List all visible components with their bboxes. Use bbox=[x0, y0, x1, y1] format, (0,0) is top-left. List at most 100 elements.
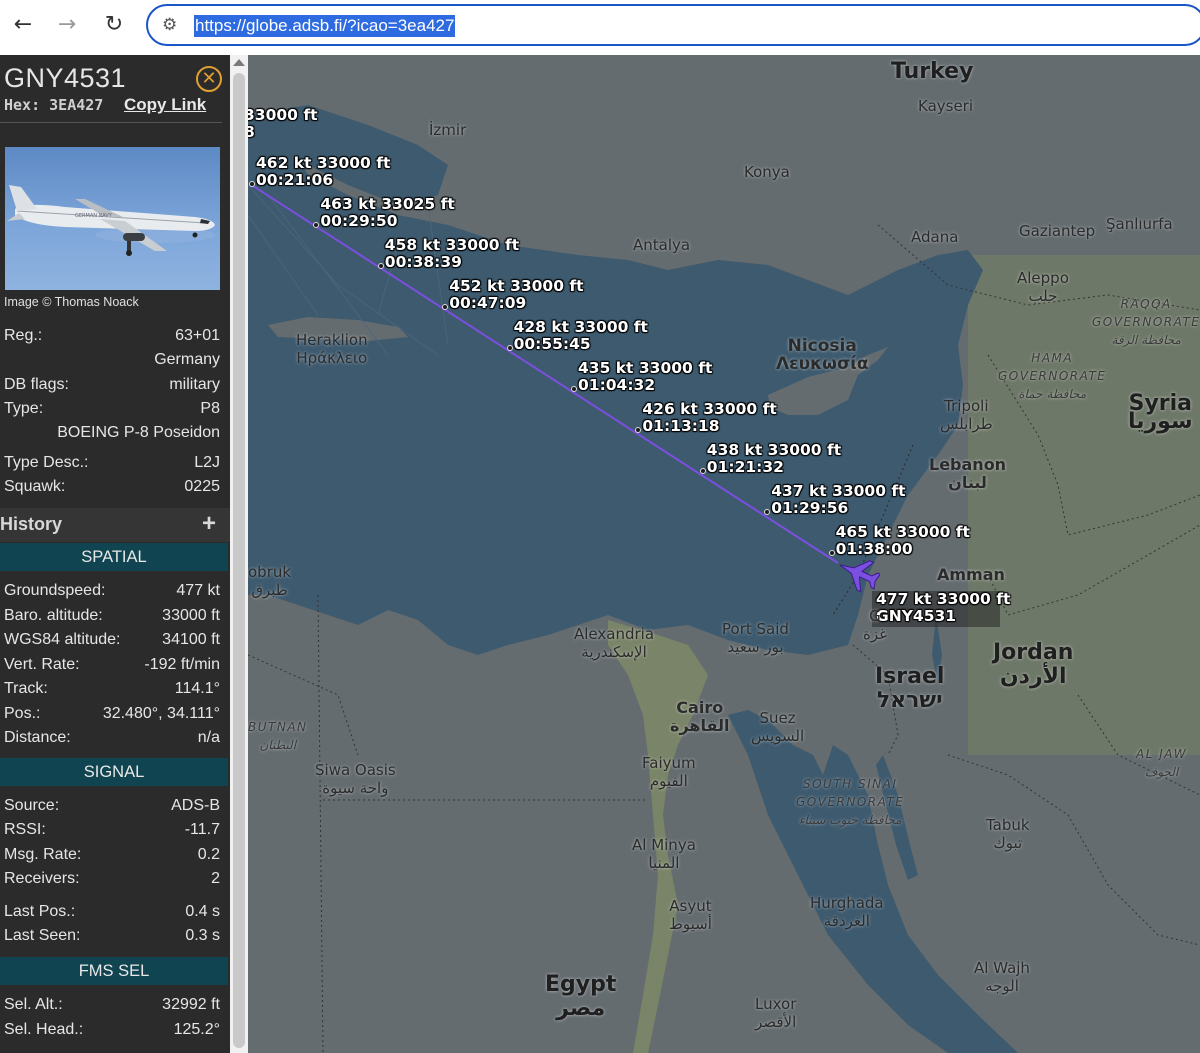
south-sinai-1: SOUTH SINAI bbox=[802, 777, 898, 791]
arrow-right-icon[interactable]: → bbox=[54, 12, 80, 38]
spatial-value: 114.1° bbox=[174, 680, 220, 697]
spatial-label: Vert. Rate: bbox=[4, 655, 80, 673]
luxor-en: Luxor bbox=[755, 995, 797, 1013]
close-icon[interactable]: ✕ bbox=[196, 66, 222, 92]
lebanon-en: Lebanon bbox=[929, 455, 1007, 474]
tripoli-en: Tripoli bbox=[944, 397, 989, 415]
signal-row: Receivers: 2 bbox=[4, 870, 220, 894]
faiyum-ar: الفيوم bbox=[649, 772, 688, 790]
tripoli-ar: طرابلس bbox=[940, 415, 993, 433]
signal-label: Last Pos.: bbox=[4, 903, 76, 920]
expand-plus-icon[interactable]: + bbox=[202, 510, 216, 538]
map-label-izmir: İzmir bbox=[429, 121, 467, 139]
map-label-antalya: Antalya bbox=[633, 236, 691, 254]
track-point-dot[interactable] bbox=[377, 263, 384, 269]
squawk-label: Squawk: bbox=[4, 478, 66, 495]
map-label-tripoli: Tripoli طرابلس bbox=[940, 397, 993, 433]
type-name-value: BOEING P-8 Poseidon bbox=[57, 424, 220, 441]
spatial-label: Pos.: bbox=[4, 704, 41, 722]
tabuk-ar: تبوك bbox=[993, 834, 1023, 852]
butnan-ar: البطنان bbox=[259, 738, 297, 752]
fms-row: Sel. Alt.: 32992 ft bbox=[4, 996, 220, 1020]
hama-ar: محافظة حماة bbox=[1018, 387, 1087, 401]
map-view[interactable]: 33000 ft 8 462 kt 33000 ft 00:21:06 463 kt 3… bbox=[248, 55, 1200, 1053]
track-point-label: 458 kt 33000 ft 00:38:39 bbox=[385, 237, 519, 271]
track-point-alt: 33000 ft bbox=[767, 441, 842, 459]
track-point-label: 428 kt 33000 ft 00:55:45 bbox=[514, 319, 648, 353]
aircraft-marker-icon[interactable] bbox=[836, 553, 880, 593]
plane-label-box: 477 kt 33000 ft GNY4531 bbox=[872, 591, 1010, 627]
south-sinai-ar: محافظة جنوب سيناء bbox=[798, 813, 902, 827]
jordan-ar: الأردن bbox=[999, 664, 1067, 689]
plane-callsign: GNY4531 bbox=[876, 607, 957, 625]
map-label-amman: Amman bbox=[937, 565, 1005, 584]
track-point-time: 01:21:32 bbox=[706, 458, 784, 476]
country-row: Germany bbox=[4, 351, 220, 375]
map-label-egypt: Egypt مصر bbox=[545, 973, 616, 1021]
svg-text:GERMAN NAVY: GERMAN NAVY bbox=[75, 213, 113, 219]
scroll-up-arrow-icon[interactable] bbox=[233, 59, 245, 66]
aleppo-ar: حلب bbox=[1028, 287, 1058, 305]
raqqa-2: GOVERNORATE bbox=[1092, 315, 1200, 329]
map-label-butnan: BUTNAN البطنان bbox=[248, 718, 308, 754]
aircraft-info-panel: GNY4531 ✕ Hex: 3EA427 Copy Link GERMAN N… bbox=[0, 55, 230, 1053]
country-value: Germany bbox=[154, 351, 220, 368]
signal-label: Source: bbox=[4, 797, 60, 814]
map-label-luxor: Luxor الأقصر bbox=[755, 995, 796, 1031]
scrollbar-thumb[interactable] bbox=[233, 73, 245, 1048]
spatial-header: SPATIAL bbox=[0, 543, 228, 571]
spatial-label: Groundspeed: bbox=[4, 582, 106, 599]
spatial-label: Distance: bbox=[4, 729, 71, 746]
track-point-speed-alt: 452 kt 33000 ft bbox=[449, 278, 583, 295]
track-point-dot[interactable] bbox=[699, 468, 706, 474]
map-label-gaza: G غزة bbox=[863, 607, 887, 643]
signal-row: Last Pos.: 0.4 s bbox=[4, 903, 220, 927]
map-label-al-wajh: Al Wajh الوجه bbox=[974, 959, 1030, 995]
aircraft-photo[interactable]: GERMAN NAVY bbox=[5, 147, 220, 290]
map-label-port-said: Port Said بور سعيد bbox=[722, 620, 789, 656]
track-point-alt: 33000 ft bbox=[896, 523, 970, 541]
map-label-hurghada: Hurghada الغردقة bbox=[810, 894, 884, 930]
spatial-label: WGS84 altitude: bbox=[4, 631, 121, 648]
map-label-al-jaw: AL JAW الجوف bbox=[1136, 745, 1187, 781]
spatial-row: Baro. altitude: 33000 ft bbox=[4, 607, 220, 631]
tobruk-en: obruk bbox=[248, 563, 292, 581]
hurghada-ar: الغردقة bbox=[823, 912, 870, 930]
signal-value: 2 bbox=[211, 870, 220, 887]
sidebar-scrollbar[interactable] bbox=[230, 55, 248, 1053]
track-point-dot[interactable] bbox=[828, 550, 835, 556]
track-point-speed-alt: 438 kt 33000 ft bbox=[707, 442, 841, 459]
type-label: Type: bbox=[4, 400, 44, 417]
site-settings-icon[interactable]: ⚙ bbox=[162, 15, 177, 35]
lebanon-ar: لبنان bbox=[948, 473, 987, 492]
al-jaw-ar: الجوف bbox=[1144, 765, 1179, 779]
al-wajh-en: Al Wajh bbox=[974, 959, 1030, 977]
track-point-dot[interactable] bbox=[506, 345, 513, 351]
gaza-ar: غزة bbox=[863, 625, 887, 643]
track-point-dot[interactable] bbox=[571, 386, 577, 392]
track-point-speed-alt: 426 kt 33000 ft bbox=[642, 401, 776, 418]
map-label-lebanon: Lebanon لبنان bbox=[929, 456, 1006, 492]
nicosia-en: Nicosia bbox=[787, 336, 857, 356]
track-point-time: 00:47:09 bbox=[449, 294, 527, 312]
hama-1: HAMA bbox=[1031, 351, 1074, 365]
track-point-alt: 33000 ft bbox=[510, 277, 584, 295]
track-point-time: 01:13:18 bbox=[642, 417, 720, 435]
url-text[interactable]: https://globe.adsb.fi/?icao=3ea427 bbox=[194, 15, 456, 37]
track-point-time: 8 bbox=[248, 123, 255, 141]
track-point-dot[interactable] bbox=[249, 181, 255, 187]
track-point-speed-alt: 435 kt 33000 ft bbox=[578, 360, 712, 377]
db-flags-label: DB flags: bbox=[4, 376, 69, 393]
spatial-value: 32.480°, 34.111° bbox=[102, 704, 220, 722]
track-point-speed-alt: 428 kt 33000 ft bbox=[514, 319, 648, 336]
address-bar[interactable]: ⚙ https://globe.adsb.fi/?icao=3ea427 bbox=[146, 4, 1200, 46]
history-bar[interactable]: History + bbox=[0, 508, 230, 542]
copy-link[interactable]: Copy Link bbox=[124, 95, 206, 115]
arrow-left-icon[interactable]: ← bbox=[10, 12, 36, 38]
reload-icon[interactable]: ↻ bbox=[101, 12, 127, 38]
track-point-speed: 428 kt bbox=[513, 318, 570, 336]
track-point-time: 00:29:50 bbox=[320, 212, 398, 230]
signal-label: Receivers: bbox=[4, 870, 80, 887]
map-label-tabuk: Tabuk تبوك bbox=[986, 816, 1030, 852]
track-point-speed: 452 kt bbox=[449, 277, 505, 295]
